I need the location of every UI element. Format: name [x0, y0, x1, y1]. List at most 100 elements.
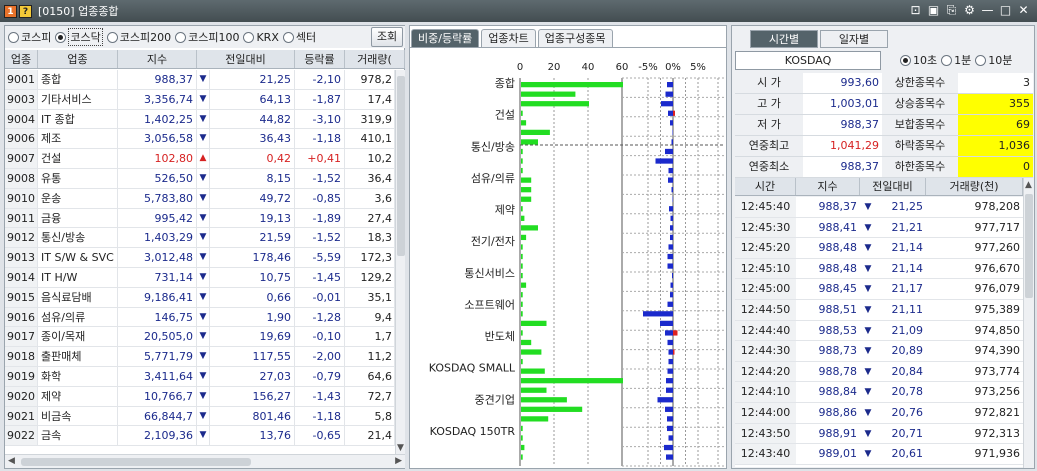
col-header-time[interactable]: 시간	[735, 178, 796, 195]
radio-1min[interactable]: 1분	[941, 52, 971, 68]
table-row[interactable]: 9013 IT S/W & SVC 3,012,48 ▼ 178,46 -5,59 172,…	[5, 248, 395, 268]
query-button[interactable]: 조회	[371, 27, 403, 47]
stat-label: 연중최소	[735, 157, 803, 177]
table-row[interactable]: 9017 종이/목재 20,505,0 ▼ 19,69 -0,10 1,7	[5, 327, 395, 348]
table-row[interactable]: 12:44:50 988,51 ▼ 21,11 975,389	[735, 299, 1023, 321]
radio-10sec[interactable]: 10초	[900, 52, 937, 68]
table-row[interactable]: 9014 IT H/W 731,14 ▼ 10,75 -1,45 129,2	[5, 267, 395, 288]
radio-10min[interactable]: 10분	[975, 52, 1012, 68]
timeline-vertical-scrollbar[interactable]: ▲	[1023, 178, 1033, 468]
down-arrow-icon: ▼	[197, 287, 210, 307]
window-number-badge[interactable]: 1	[4, 4, 17, 18]
col-header-name[interactable]: 업종	[38, 50, 118, 68]
down-arrow-icon: ▼	[197, 168, 210, 188]
table-row[interactable]: 9004 IT 종합 1,402,25 ▼ 44,82 -3,10 319,9	[5, 109, 395, 130]
settings-icon[interactable]: ⚙	[962, 2, 977, 18]
scroll-up-icon[interactable]: ▲	[1025, 180, 1032, 190]
change-bar-negative	[670, 234, 673, 241]
table-row[interactable]: 9022 금속 2,109,36 ▼ 13,76 -0,65 21,4	[5, 426, 395, 446]
table-row[interactable]: 12:44:20 988,78 ▼ 20,84 973,774	[735, 361, 1023, 383]
copy-icon[interactable]: ⎘	[944, 2, 959, 18]
weight-axis-tick-label: 0	[517, 62, 523, 73]
col-header-pct[interactable]: 등락률	[295, 50, 345, 68]
col-header-change[interactable]: 전일대비	[860, 178, 926, 195]
market-radio-group: 코스피 코스닥 코스피200 코스피100 KRX 섹터 조회	[5, 26, 405, 48]
sector-code: 9017	[5, 327, 38, 347]
scroll-thumb[interactable]	[21, 458, 251, 466]
table-row[interactable]: 9012 통신/방송 1,403,29 ▼ 21,59 -1,52 18,3	[5, 228, 395, 249]
table-row[interactable]: 12:43:50 988,91 ▼ 20,71 972,313	[735, 423, 1023, 445]
table-row[interactable]: 9011 금융 995,42 ▼ 19,13 -1,89 27,4	[5, 208, 395, 229]
table-row[interactable]: 9019 화학 3,411,64 ▼ 27,03 -0,79 64,6	[5, 366, 395, 387]
table-row[interactable]: 9006 제조 3,056,58 ▼ 36,43 -1,18 410,1	[5, 129, 395, 150]
close-icon[interactable]: ✕	[1016, 2, 1031, 18]
table-row[interactable]: 9020 제약 10,766,7 ▼ 156,27 -1,43 72,7	[5, 386, 395, 407]
help-badge[interactable]: ?	[19, 4, 32, 18]
category-label: KOSDAQ SMALL	[429, 362, 516, 375]
time-cell: 12:44:30	[735, 341, 796, 361]
table-row[interactable]: 9010 운송 5,783,80 ▼ 49,72 -0,85 3,6	[5, 188, 395, 209]
stat-label: 상승종목수	[882, 94, 958, 114]
table-row[interactable]: 9016 섬유/의류 146,75 ▼ 1,90 -1,28 9,4	[5, 307, 395, 328]
col-header-index[interactable]: 지수	[118, 50, 197, 68]
table-row[interactable]: 12:45:10 988,48 ▼ 21,14 976,670	[735, 258, 1023, 280]
sector-horizontal-scrollbar[interactable]: ◀ ▶	[5, 454, 405, 468]
table-row[interactable]: 12:44:10 988,84 ▼ 20,78 973,256	[735, 382, 1023, 403]
tab-sector-constituents[interactable]: 업종구성종목	[537, 29, 613, 47]
sector-index: 146,75	[118, 307, 197, 327]
minimize-icon[interactable]: —	[980, 2, 995, 18]
table-row[interactable]: 12:44:00 988,86 ▼ 20,76 972,821	[735, 402, 1023, 424]
radio-kosdaq[interactable]: 코스닥	[55, 28, 103, 46]
table-row[interactable]: 9003 기타서비스 3,356,74 ▼ 64,13 -1,87 17,4	[5, 89, 395, 110]
scroll-thumb[interactable]	[1025, 194, 1033, 298]
col-header-index[interactable]: 지수	[796, 178, 860, 195]
table-row[interactable]: 9018 출판매체 5,771,79 ▼ 117,55 -2,00 11,2	[5, 347, 395, 367]
col-header-volume[interactable]: 거래량(천)	[926, 178, 1023, 195]
scroll-down-icon[interactable]: ▼	[397, 443, 404, 453]
col-header-code[interactable]: 업종	[5, 50, 38, 68]
category-label: 제약	[495, 203, 515, 217]
new-window-icon[interactable]: ⊡	[908, 2, 923, 18]
maximize-icon[interactable]: □	[998, 2, 1013, 18]
table-row[interactable]: 9008 유통 526,50 ▼ 8,15 -1,52 36,4	[5, 168, 395, 189]
radio-kospi100[interactable]: 코스피100	[175, 29, 239, 45]
market-stats-table: 시 가 993,60 상한종목수 3 고 가 1,003,01 상승종목수 355 저 가 988…	[735, 73, 1033, 178]
table-row[interactable]: 9001 종합 988,37 ▼ 21,25 -2,10 978,2	[5, 70, 395, 90]
market-selector[interactable]: KOSDAQ	[735, 51, 881, 70]
tab-by-date[interactable]: 일자별	[820, 30, 888, 48]
col-header-change[interactable]: 전일대비	[197, 50, 295, 68]
radio-krx[interactable]: KRX	[243, 31, 279, 44]
table-row[interactable]: 12:44:40 988,53 ▼ 21,09 974,850	[735, 320, 1023, 342]
table-row[interactable]: 12:45:40 988,37 ▼ 21,25 978,208	[735, 197, 1023, 218]
volume-cell: 976,670	[974, 261, 1021, 275]
sector-volume: 35,1	[345, 287, 395, 307]
sector-name: 음식료담배	[38, 287, 118, 307]
table-row[interactable]: 12:45:20 988,48 ▼ 21,14 977,260	[735, 238, 1023, 259]
table-row[interactable]: 12:45:30 988,41 ▼ 21,21 977,717	[735, 217, 1023, 239]
table-row[interactable]: 12:44:30 988,73 ▼ 20,89 974,390	[735, 341, 1023, 362]
scroll-right-icon[interactable]: ▶	[395, 456, 402, 466]
down-arrow-icon: ▼	[197, 366, 210, 386]
tab-sector-chart[interactable]: 업종차트	[481, 29, 536, 47]
table-row[interactable]: 9007 건설 102,80 ▲ 0,42 +0,41 10,2	[5, 149, 395, 169]
tab-by-time[interactable]: 시간별	[750, 30, 818, 48]
sector-name: 섬유/의류	[38, 307, 118, 327]
down-arrow-icon: ▼	[864, 366, 872, 377]
link-icon[interactable]: ▣	[926, 2, 941, 18]
sector-vertical-scrollbar[interactable]: ▼	[395, 70, 405, 455]
down-arrow-icon: ▼	[197, 89, 210, 109]
sector-volume: 5,8	[345, 406, 395, 426]
radio-kospi200[interactable]: 코스피200	[106, 29, 171, 45]
table-row[interactable]: 9021 비금속 66,844,7 ▼ 801,46 -1,18 5,8	[5, 406, 395, 427]
table-row[interactable]: 12:45:00 988,45 ▼ 21,17 976,079	[735, 279, 1023, 300]
scroll-left-icon[interactable]: ◀	[8, 456, 15, 466]
radio-dot-icon	[975, 54, 987, 66]
scroll-thumb[interactable]	[397, 76, 405, 256]
table-row[interactable]: 9015 음식료담배 9,186,41 ▼ 0,66 -0,01 35,1	[5, 287, 395, 308]
change-bar-negative	[668, 244, 673, 250]
col-header-volume[interactable]: 거래량(	[345, 50, 405, 68]
radio-kospi[interactable]: 코스피	[8, 29, 51, 45]
radio-sector[interactable]: 섹터	[282, 29, 316, 45]
table-row[interactable]: 12:43:40 989,01 ▼ 20,61 971,936	[735, 444, 1023, 465]
tab-weight-change[interactable]: 비중/등락률	[411, 29, 480, 47]
